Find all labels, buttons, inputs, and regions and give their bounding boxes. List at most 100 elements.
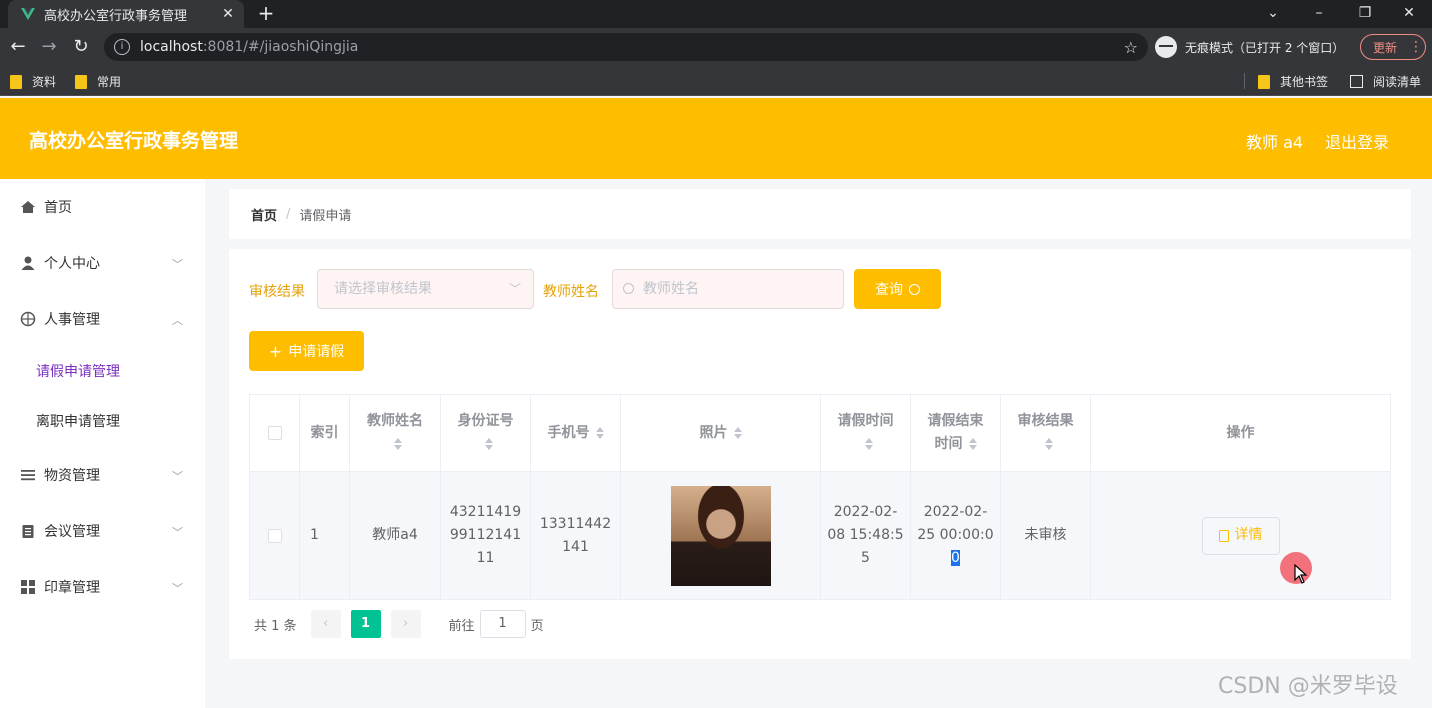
back-icon[interactable]: ← bbox=[6, 35, 30, 59]
address-bar[interactable]: i localhost:8081/#/jiaoshiQingjia ☆ bbox=[104, 33, 1148, 61]
sort-icon bbox=[595, 427, 604, 439]
chevron-up-icon: ︿ bbox=[172, 314, 183, 327]
watermark: CSDN @米罗毕设 bbox=[1218, 674, 1398, 699]
sidebar-item-leave-management[interactable]: 请假申请管理 bbox=[0, 351, 205, 391]
header-id-number[interactable]: 身份证号 bbox=[441, 395, 531, 471]
folder-icon bbox=[10, 74, 22, 89]
row-name: 教师a4 bbox=[350, 472, 441, 599]
row-photo-cell bbox=[621, 472, 821, 599]
next-page-button[interactable]: › bbox=[390, 610, 421, 638]
row-actions: 详情 bbox=[1091, 472, 1390, 599]
menu-dots-icon: ⋮ bbox=[1409, 39, 1424, 55]
sidebar-item-hr[interactable]: 人事管理 ︿ bbox=[0, 299, 205, 339]
name-filter-label: 教师姓名 bbox=[543, 284, 599, 300]
folder-icon bbox=[1258, 74, 1270, 89]
result-select[interactable]: 请选择审核结果 ﹀ bbox=[317, 269, 534, 309]
page-unit-label: 页 bbox=[530, 618, 544, 634]
reload-icon[interactable]: ↻ bbox=[69, 35, 93, 59]
user-icon bbox=[21, 256, 35, 270]
incognito-indicator[interactable]: 无痕模式（已打开 2 个窗口） bbox=[1155, 34, 1344, 60]
bookmarks-divider bbox=[1244, 73, 1245, 89]
search-button[interactable]: 查询 bbox=[854, 269, 941, 309]
header-actions: 操作 bbox=[1226, 424, 1255, 441]
bookmark-folder-ziliao[interactable]: 资料 bbox=[10, 73, 56, 90]
reading-list-icon bbox=[1350, 75, 1363, 88]
url-text: localhost:8081/#/jiaoshiQingjia bbox=[140, 39, 359, 55]
sort-icon bbox=[864, 438, 873, 450]
bookmarks-bar: 资料 常用 其他书签 阅读清单 bbox=[0, 66, 1432, 96]
info-icon[interactable]: i bbox=[114, 39, 130, 55]
restore-icon[interactable]: ❐ bbox=[1342, 0, 1388, 28]
goto-label: 前往 bbox=[448, 618, 475, 634]
pagination: 共 1 条 ‹ 1 › 前往 1 页 bbox=[254, 610, 544, 638]
close-window-icon[interactable]: ✕ bbox=[1386, 0, 1432, 28]
breadcrumb-separator: / bbox=[286, 206, 291, 222]
incognito-icon bbox=[1155, 36, 1177, 58]
chevron-down-icon: ﹀ bbox=[172, 470, 183, 483]
table-row: 1 教师a4 43211419 99112141 11 13311442 141 20… bbox=[250, 472, 1390, 599]
chevron-down-icon: ﹀ bbox=[172, 582, 183, 595]
header-leave-end-time[interactable]: 请假结束 时间 bbox=[911, 395, 1001, 471]
sidebar-item-seals[interactable]: 印章管理 ﹀ bbox=[0, 567, 205, 607]
folder-icon bbox=[75, 74, 87, 89]
sidebar-item-meetings[interactable]: 会议管理 ﹀ bbox=[0, 511, 205, 551]
minimize-icon[interactable]: – bbox=[1296, 0, 1342, 28]
select-all-checkbox[interactable] bbox=[267, 426, 282, 440]
header-name[interactable]: 教师姓名 bbox=[350, 395, 441, 471]
sidebar-item-home[interactable]: 首页 bbox=[0, 187, 205, 227]
home-icon bbox=[21, 201, 35, 213]
name-search-input[interactable]: 教师姓名 bbox=[612, 269, 844, 309]
teacher-photo[interactable] bbox=[670, 485, 771, 586]
sort-icon bbox=[484, 438, 493, 450]
goto-page-input[interactable]: 1 bbox=[479, 610, 526, 638]
sidebar-item-resignation-management[interactable]: 离职申请管理 bbox=[0, 401, 205, 441]
update-button[interactable]: 更新 ⋮ bbox=[1360, 34, 1426, 60]
browser-tab-bar: 高校办公室行政事务管理 ✕ + ⌄ – ❐ ✕ bbox=[0, 0, 1432, 28]
detail-button[interactable]: 详情 bbox=[1201, 516, 1280, 555]
app-title: 高校办公室行政事务管理 bbox=[29, 130, 239, 152]
header-phone[interactable]: 手机号 bbox=[531, 395, 621, 471]
sort-icon bbox=[394, 438, 402, 450]
search-icon bbox=[909, 283, 920, 295]
compass-icon bbox=[20, 311, 36, 327]
new-tab-button[interactable]: + bbox=[254, 2, 278, 26]
header-leave-time[interactable]: 请假时间 bbox=[821, 395, 911, 471]
tab-search-icon[interactable]: ⌄ bbox=[1250, 0, 1296, 28]
forward-icon[interactable]: → bbox=[37, 35, 61, 59]
incognito-label: 无痕模式（已打开 2 个窗口） bbox=[1185, 40, 1345, 55]
prev-page-button[interactable]: ‹ bbox=[310, 610, 341, 638]
row-result: 未审核 bbox=[1001, 472, 1091, 599]
logout-link[interactable]: 退出登录 bbox=[1325, 129, 1389, 153]
page-1-button[interactable]: 1 bbox=[350, 610, 381, 638]
header-result[interactable]: 审核结果 bbox=[1001, 395, 1091, 471]
apply-leave-button[interactable]: + 申请请假 bbox=[249, 331, 364, 371]
sidebar-item-personal-center[interactable]: 个人中心 ﹀ bbox=[0, 243, 205, 283]
mouse-cursor-icon bbox=[1294, 564, 1308, 584]
row-id-number: 43211419 99112141 11 bbox=[441, 472, 531, 599]
sidebar-item-materials[interactable]: 物资管理 ﹀ bbox=[0, 455, 205, 495]
reading-list[interactable]: 阅读清单 bbox=[1350, 73, 1421, 90]
bookmark-folder-changyong[interactable]: 常用 bbox=[75, 73, 121, 90]
row-select-cell bbox=[250, 472, 300, 599]
row-leave-time: 2022-02- 08 15:48:5 5 bbox=[821, 472, 911, 599]
header-photo[interactable]: 照片 bbox=[621, 395, 821, 471]
content-card: 审核结果 请选择审核结果 ﹀ 教师姓名 教师姓名 查询 + 申请请假 索引 教师… bbox=[229, 249, 1411, 659]
app-header: 高校办公室行政事务管理 教师 a4 退出登录 bbox=[0, 98, 1432, 179]
bookmark-star-icon[interactable]: ☆ bbox=[1124, 38, 1138, 57]
document-icon bbox=[1218, 529, 1229, 542]
tab-close-icon[interactable]: ✕ bbox=[220, 6, 236, 22]
breadcrumb-home[interactable]: 首页 bbox=[251, 205, 277, 224]
plus-icon: + bbox=[268, 341, 283, 361]
bookmark-other[interactable]: 其他书签 bbox=[1258, 73, 1328, 90]
search-icon bbox=[623, 283, 634, 294]
sort-icon bbox=[968, 438, 977, 450]
select-all-cell bbox=[250, 395, 300, 471]
row-index: 1 bbox=[300, 472, 350, 599]
table-header: 索引 教师姓名 身份证号 手机号 照片 请假时间 请假结束 时间 审核结果 操作 bbox=[250, 395, 1390, 472]
browser-tab[interactable]: 高校办公室行政事务管理 ✕ bbox=[8, 0, 244, 28]
chevron-down-icon: ﹀ bbox=[172, 258, 183, 271]
clipboard-icon bbox=[22, 525, 34, 538]
row-checkbox[interactable] bbox=[267, 528, 282, 543]
leave-table: 索引 教师姓名 身份证号 手机号 照片 请假时间 请假结束时间 审核结果 操作 bbox=[249, 394, 1391, 600]
current-user: 教师 a4 bbox=[1246, 133, 1304, 152]
